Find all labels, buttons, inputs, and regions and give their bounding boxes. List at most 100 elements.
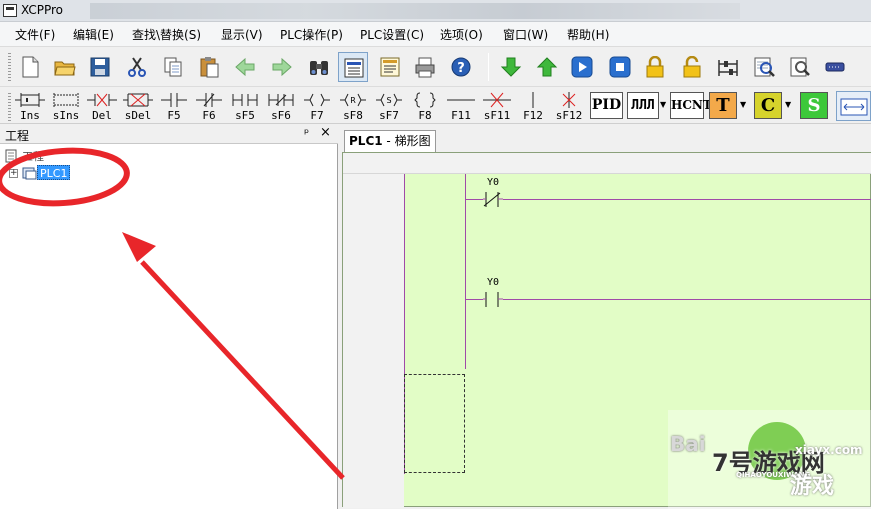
menu-file[interactable]: 文件(F) — [15, 26, 55, 43]
save-button[interactable] — [85, 52, 115, 82]
ladder-canvas[interactable]: Y0 Y0 — [342, 152, 871, 508]
s-button[interactable]: S — [800, 92, 828, 119]
sf6-button[interactable]: sF6 — [263, 89, 299, 123]
rung1-wire-left — [465, 199, 483, 200]
menu-edit[interactable]: 编辑(E) — [73, 26, 114, 43]
new-file-button[interactable] — [15, 52, 45, 82]
f11-button[interactable]: F11 — [443, 89, 479, 123]
instruction-icon — [414, 92, 436, 108]
toolbar-separator — [488, 53, 489, 81]
toolbar-grip[interactable] — [8, 53, 11, 81]
cut-button[interactable] — [122, 52, 152, 82]
paste-button[interactable] — [194, 52, 224, 82]
sf12-button[interactable]: sF12 — [551, 89, 587, 123]
sf8-button[interactable]: R sF8 — [335, 89, 371, 123]
expand-plc-icon[interactable]: + — [9, 169, 18, 178]
forward-arrow-icon — [272, 57, 292, 77]
sf5-button[interactable]: sF5 — [227, 89, 263, 123]
download-button[interactable] — [496, 52, 526, 82]
open-button[interactable] — [50, 52, 80, 82]
pulse-dropdown-icon[interactable]: ▼ — [660, 100, 666, 109]
window-title: XCPPro — [21, 3, 63, 17]
pulse-button[interactable]: ЛЛЛ — [627, 92, 659, 119]
rung2-no-contact-icon[interactable] — [483, 291, 503, 308]
stop-icon — [609, 56, 631, 78]
editing-cursor[interactable] — [404, 374, 465, 473]
run-button[interactable] — [567, 52, 597, 82]
del-button[interactable]: Del — [84, 89, 120, 123]
upload-icon — [536, 57, 558, 77]
app-icon — [3, 4, 17, 17]
tree-item-plc1[interactable]: PLC1 — [37, 165, 71, 180]
menu-find-replace[interactable]: 查找\替换(S) — [132, 26, 201, 43]
lock-icon — [646, 56, 664, 78]
f7-button[interactable]: F7 — [299, 89, 335, 123]
rung2-wire-right — [503, 299, 871, 300]
unlock-icon — [683, 56, 701, 78]
f8-button[interactable]: F8 — [407, 89, 443, 123]
instruction-list-button[interactable] — [375, 52, 405, 82]
tab-ladder-diagram[interactable]: PLC1 - 梯形图 — [344, 130, 436, 152]
layout-button[interactable] — [836, 91, 871, 121]
sdel-button[interactable]: sDel — [120, 89, 156, 123]
hcnt-button[interactable]: HCNT — [670, 92, 712, 119]
toolbar-grip[interactable] — [8, 93, 11, 121]
open-folder-icon — [54, 61, 76, 76]
f12-button[interactable]: F12 — [515, 89, 551, 123]
ladder-view-button[interactable] — [338, 52, 368, 82]
paste-icon — [200, 57, 219, 78]
close-icon[interactable]: × — [320, 125, 331, 140]
counter-dropdown-icon[interactable]: ▼ — [785, 100, 791, 109]
forward-button[interactable] — [267, 52, 297, 82]
timer-dropdown-icon[interactable]: ▼ — [740, 100, 746, 109]
menu-plc-operation[interactable]: PLC操作(P) — [280, 26, 343, 43]
find-button[interactable] — [304, 52, 334, 82]
timer-button[interactable]: T — [709, 92, 737, 119]
svg-text:S: S — [386, 96, 391, 105]
help-button[interactable]: ? — [446, 52, 476, 82]
upload-button[interactable] — [532, 52, 562, 82]
f6-button[interactable]: F6 — [191, 89, 227, 123]
sins-button[interactable]: sIns — [48, 89, 84, 123]
counter-button[interactable]: C — [754, 92, 782, 119]
ins-button[interactable]: Ins — [12, 89, 48, 123]
no-contact-icon — [161, 93, 187, 107]
vline-icon — [532, 92, 534, 108]
pin-icon[interactable]: ᵖ — [304, 126, 309, 140]
f5-button[interactable]: F5 — [156, 89, 192, 123]
search-doc-button[interactable] — [785, 52, 815, 82]
stop-button[interactable] — [605, 52, 635, 82]
zoom-button[interactable] — [749, 52, 779, 82]
pid-button[interactable]: PID — [590, 92, 623, 119]
sf11-label: sF11 — [483, 109, 511, 122]
rung1-wire-right — [503, 199, 871, 200]
zoom-icon — [754, 57, 775, 77]
menu-plc-settings[interactable]: PLC设置(C) — [360, 26, 424, 43]
find-binoculars-icon — [310, 61, 328, 75]
lock-button[interactable] — [640, 52, 670, 82]
print-button[interactable] — [410, 52, 440, 82]
monitor-icon — [718, 60, 738, 76]
monitor-button[interactable] — [713, 52, 743, 82]
menu-window[interactable]: 窗口(W) — [503, 26, 548, 43]
sdel-label: sDel — [124, 109, 152, 122]
copy-button[interactable] — [158, 52, 188, 82]
comm-port-button[interactable] — [820, 52, 850, 82]
svg-text:R: R — [350, 96, 356, 105]
app-window: XCPPro 文件(F) 编辑(E) 查找\替换(S) 显示(V) PLC操作(… — [0, 0, 871, 509]
ladder-view-icon — [344, 58, 364, 78]
sf11-button[interactable]: sF11 — [479, 89, 515, 123]
sins-label: sIns — [52, 109, 80, 122]
shift-delete-icon — [123, 93, 153, 107]
shift-insert-icon — [53, 93, 79, 107]
unlock-button[interactable] — [677, 52, 707, 82]
rung1-nc-contact-icon[interactable] — [483, 191, 503, 208]
menu-view[interactable]: 显示(V) — [221, 26, 263, 43]
tab-title-label: - 梯形图 — [382, 134, 431, 148]
sf7-button[interactable]: S sF7 — [371, 89, 407, 123]
f11-label: F11 — [451, 109, 471, 122]
menu-help[interactable]: 帮助(H) — [567, 26, 609, 43]
back-button[interactable] — [230, 52, 260, 82]
download-icon — [500, 57, 522, 77]
menu-options[interactable]: 选项(O) — [440, 26, 483, 43]
